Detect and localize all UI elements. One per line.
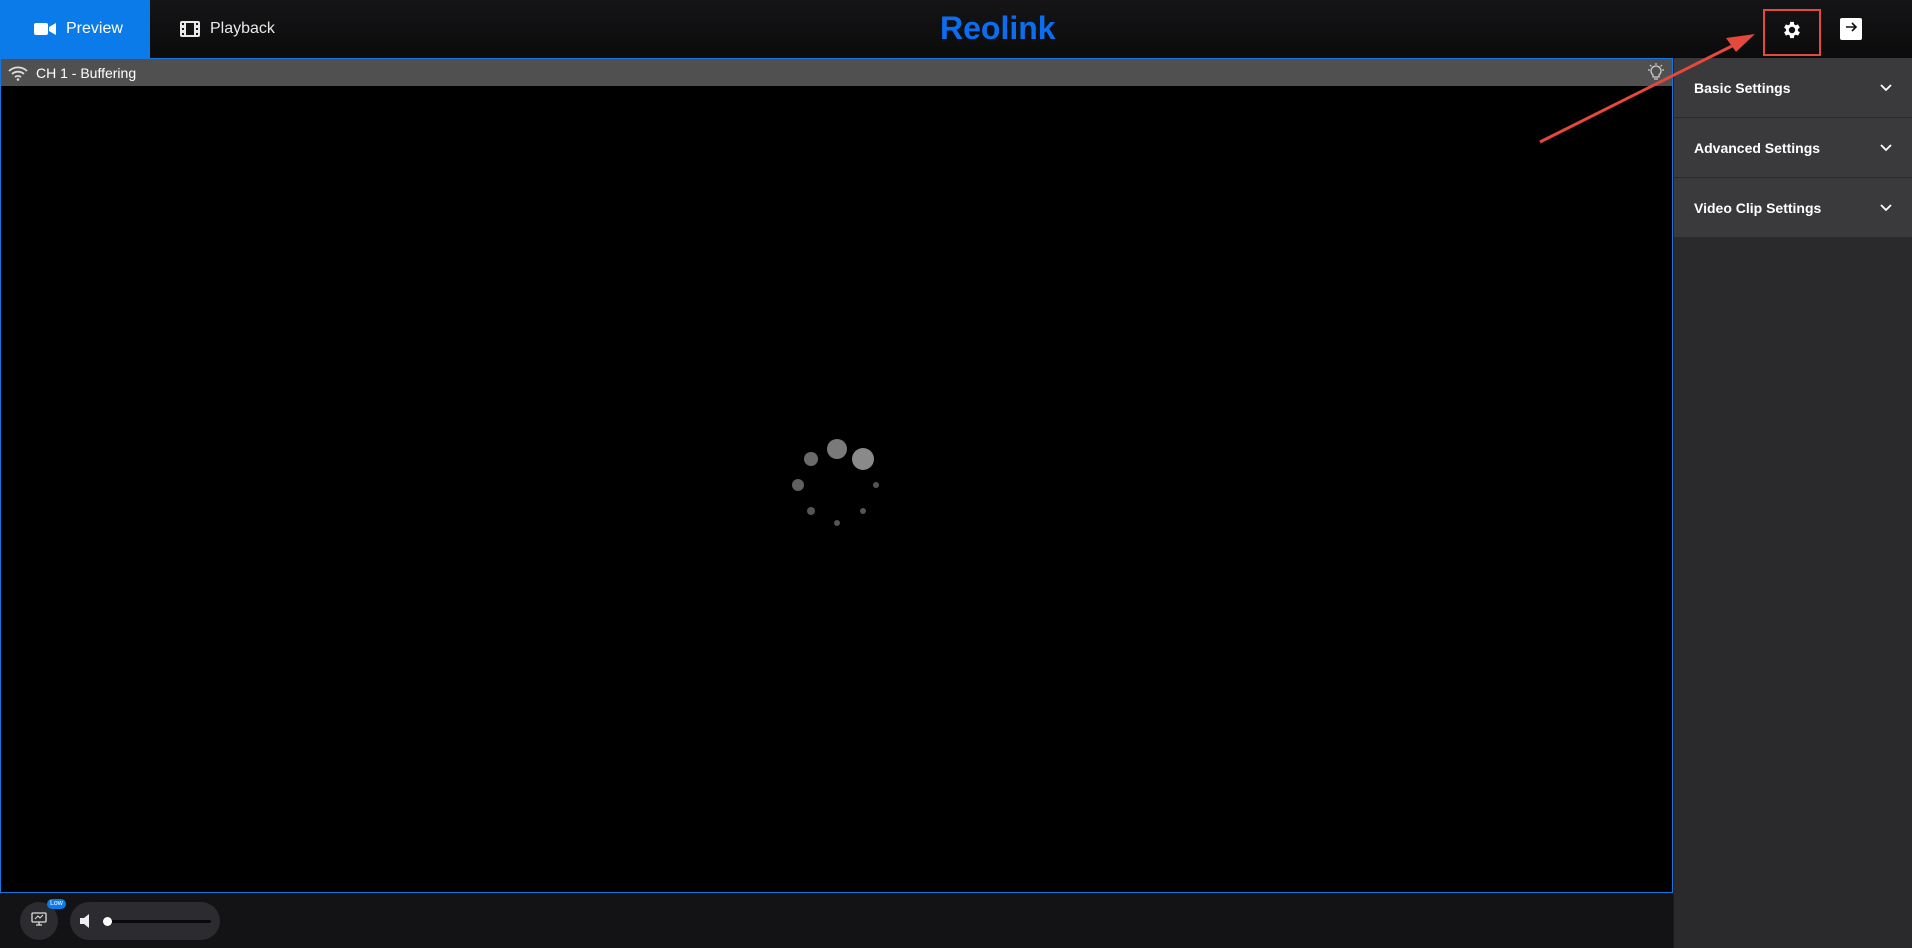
gear-icon — [1781, 19, 1803, 46]
film-icon — [180, 21, 200, 37]
accordion-basic-settings[interactable]: Basic Settings — [1674, 58, 1912, 118]
tab-preview-label: Preview — [66, 20, 123, 37]
chevron-down-icon — [1880, 143, 1892, 152]
accordion-label: Basic Settings — [1694, 79, 1791, 96]
wifi-icon — [8, 65, 28, 81]
settings-sidebar: Basic Settings Advanced Settings Video C… — [1673, 58, 1912, 948]
video-header: CH 1 - Buffering — [1, 59, 1672, 86]
tab-playback[interactable]: Playback — [150, 0, 280, 58]
control-bar: Low — [0, 893, 1673, 948]
logout-arrow-icon — [1844, 20, 1858, 38]
stream-badge: Low — [47, 899, 66, 909]
logout-button[interactable] — [1840, 18, 1862, 40]
accordion-advanced-settings[interactable]: Advanced Settings — [1674, 118, 1912, 178]
chevron-down-icon — [1880, 203, 1892, 212]
accordion-label: Advanced Settings — [1694, 139, 1821, 156]
reolink-logo: Reolink — [940, 8, 1065, 48]
lightbulb-icon[interactable] — [1646, 62, 1666, 87]
logo-text: Reolink — [940, 10, 1056, 46]
channel-label: CH 1 - Buffering — [36, 64, 137, 81]
speaker-icon[interactable] — [79, 913, 93, 934]
volume-control[interactable] — [70, 902, 220, 940]
tab-preview[interactable]: Preview — [0, 0, 150, 58]
tab-playback-label: Playback — [210, 20, 275, 37]
volume-slider-handle[interactable] — [103, 917, 112, 926]
volume-slider-track[interactable] — [107, 920, 211, 923]
chevron-down-icon — [1880, 83, 1892, 92]
accordion-video-clip-settings[interactable]: Video Clip Settings — [1674, 178, 1912, 238]
video-camera-icon — [34, 22, 56, 36]
video-view[interactable]: CH 1 - Buffering — [0, 58, 1673, 893]
settings-button[interactable] — [1763, 9, 1821, 56]
monitor-icon — [31, 911, 47, 931]
accordion-label: Video Clip Settings — [1694, 199, 1822, 216]
loading-spinner — [787, 435, 887, 535]
top-bar: Preview Playback Reolink — [0, 0, 1912, 58]
